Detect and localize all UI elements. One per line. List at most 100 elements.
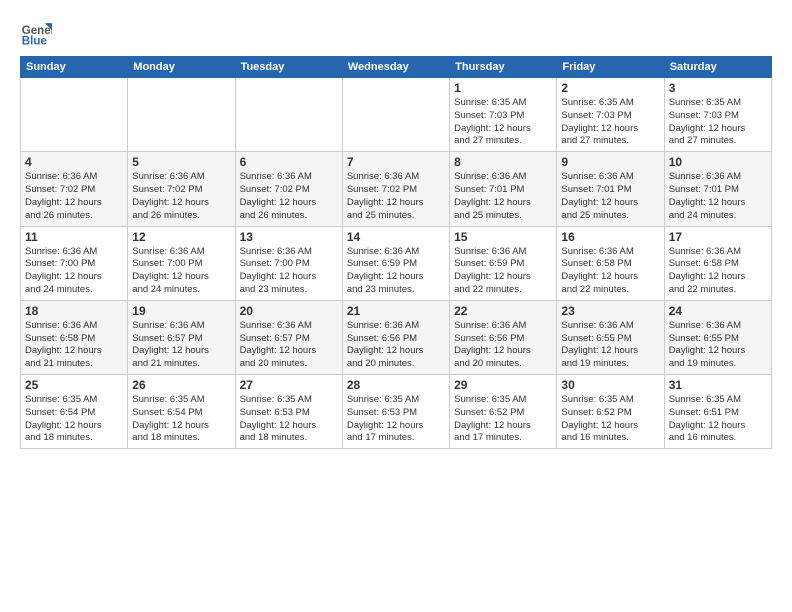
day-number: 1	[454, 81, 552, 95]
day-info: Sunrise: 6:36 AM Sunset: 6:55 PM Dayligh…	[561, 320, 659, 371]
calendar-cell: 21Sunrise: 6:36 AM Sunset: 6:56 PM Dayli…	[342, 300, 449, 374]
day-number: 11	[25, 230, 123, 244]
day-number: 15	[454, 230, 552, 244]
calendar-week-1: 1 Sunrise: 6:35 AM Sunset: 7:03 PM Daylig…	[21, 78, 772, 152]
calendar-cell: 11 Sunrise: 6:36 AM Sunset: 7:00 PM Dayli…	[21, 226, 128, 300]
calendar-cell	[342, 78, 449, 152]
calendar-cell: 14 Sunrise: 6:36 AM Sunset: 6:59 PM Dayli…	[342, 226, 449, 300]
col-header-thursday: Thursday	[450, 57, 557, 78]
day-info: Sunrise: 6:35 AM Sunset: 6:52 PM Dayligh…	[454, 394, 552, 445]
day-info: Sunrise: 6:35 AM Sunset: 6:53 PM Dayligh…	[347, 394, 445, 445]
col-header-wednesday: Wednesday	[342, 57, 449, 78]
calendar-cell: 13Sunrise: 6:36 AM Sunset: 7:00 PM Dayli…	[235, 226, 342, 300]
day-info: Sunrise: 6:36 AM Sunset: 7:01 PM Dayligh…	[454, 171, 552, 222]
day-info: Sunrise: 6:36 AM Sunset: 6:56 PM Dayligh…	[454, 320, 552, 371]
day-info: Sunrise: 6:36 AM Sunset: 6:57 PM Dayligh…	[132, 320, 230, 371]
calendar-cell: 2 Sunrise: 6:35 AM Sunset: 7:03 PM Daylig…	[557, 78, 664, 152]
calendar-cell: 31 Sunrise: 6:35 AM Sunset: 6:51 PM Dayli…	[664, 375, 771, 449]
calendar-cell: 18 Sunrise: 6:36 AM Sunset: 6:58 PM Dayli…	[21, 300, 128, 374]
calendar-cell: 12Sunrise: 6:36 AM Sunset: 7:00 PM Dayli…	[128, 226, 235, 300]
col-header-sunday: Sunday	[21, 57, 128, 78]
calendar-cell: 7Sunrise: 6:36 AM Sunset: 7:02 PM Daylig…	[342, 152, 449, 226]
calendar-cell: 1 Sunrise: 6:35 AM Sunset: 7:03 PM Daylig…	[450, 78, 557, 152]
day-info: Sunrise: 6:35 AM Sunset: 6:54 PM Dayligh…	[25, 394, 123, 445]
day-number: 27	[240, 378, 338, 392]
day-number: 3	[669, 81, 767, 95]
calendar-cell: 25Sunrise: 6:35 AM Sunset: 6:54 PM Dayli…	[21, 375, 128, 449]
calendar-week-2: 4 Sunrise: 6:36 AM Sunset: 7:02 PM Daylig…	[21, 152, 772, 226]
day-number: 18	[25, 304, 123, 318]
calendar-cell: 23 Sunrise: 6:36 AM Sunset: 6:55 PM Dayli…	[557, 300, 664, 374]
calendar-cell: 8 Sunrise: 6:36 AM Sunset: 7:01 PM Daylig…	[450, 152, 557, 226]
day-info: Sunrise: 6:36 AM Sunset: 6:58 PM Dayligh…	[561, 246, 659, 297]
calendar-cell: 27 Sunrise: 6:35 AM Sunset: 6:53 PM Dayli…	[235, 375, 342, 449]
day-number: 29	[454, 378, 552, 392]
day-number: 31	[669, 378, 767, 392]
col-header-saturday: Saturday	[664, 57, 771, 78]
calendar-header-row: SundayMondayTuesdayWednesdayThursdayFrid…	[21, 57, 772, 78]
calendar-cell: 10Sunrise: 6:36 AM Sunset: 7:01 PM Dayli…	[664, 152, 771, 226]
day-info: Sunrise: 6:36 AM Sunset: 6:58 PM Dayligh…	[25, 320, 123, 371]
day-number: 4	[25, 155, 123, 169]
calendar-cell: 28 Sunrise: 6:35 AM Sunset: 6:53 PM Dayli…	[342, 375, 449, 449]
calendar-cell: 20Sunrise: 6:36 AM Sunset: 6:57 PM Dayli…	[235, 300, 342, 374]
calendar-cell	[128, 78, 235, 152]
day-info: Sunrise: 6:36 AM Sunset: 6:59 PM Dayligh…	[347, 246, 445, 297]
day-number: 23	[561, 304, 659, 318]
day-info: Sunrise: 6:36 AM Sunset: 7:02 PM Dayligh…	[347, 171, 445, 222]
day-number: 12	[132, 230, 230, 244]
calendar-cell: 26 Sunrise: 6:35 AM Sunset: 6:54 PM Dayli…	[128, 375, 235, 449]
col-header-tuesday: Tuesday	[235, 57, 342, 78]
calendar-cell: 22 Sunrise: 6:36 AM Sunset: 6:56 PM Dayli…	[450, 300, 557, 374]
calendar-cell: 5 Sunrise: 6:36 AM Sunset: 7:02 PM Daylig…	[128, 152, 235, 226]
day-info: Sunrise: 6:36 AM Sunset: 6:56 PM Dayligh…	[347, 320, 445, 371]
day-info: Sunrise: 6:36 AM Sunset: 6:55 PM Dayligh…	[669, 320, 767, 371]
day-info: Sunrise: 6:35 AM Sunset: 6:53 PM Dayligh…	[240, 394, 338, 445]
day-info: Sunrise: 6:35 AM Sunset: 6:51 PM Dayligh…	[669, 394, 767, 445]
day-number: 24	[669, 304, 767, 318]
day-number: 20	[240, 304, 338, 318]
calendar-cell: 24 Sunrise: 6:36 AM Sunset: 6:55 PM Dayli…	[664, 300, 771, 374]
day-number: 6	[240, 155, 338, 169]
day-info: Sunrise: 6:36 AM Sunset: 7:01 PM Dayligh…	[561, 171, 659, 222]
logo: General Blue	[20, 16, 58, 48]
page-header: General Blue	[20, 16, 772, 48]
calendar-week-5: 25Sunrise: 6:35 AM Sunset: 6:54 PM Dayli…	[21, 375, 772, 449]
day-number: 8	[454, 155, 552, 169]
day-info: Sunrise: 6:35 AM Sunset: 6:52 PM Dayligh…	[561, 394, 659, 445]
day-info: Sunrise: 6:35 AM Sunset: 7:03 PM Dayligh…	[669, 97, 767, 148]
calendar-cell: 6 Sunrise: 6:36 AM Sunset: 7:02 PM Daylig…	[235, 152, 342, 226]
day-info: Sunrise: 6:36 AM Sunset: 6:58 PM Dayligh…	[669, 246, 767, 297]
day-info: Sunrise: 6:35 AM Sunset: 7:03 PM Dayligh…	[561, 97, 659, 148]
calendar-cell: 9 Sunrise: 6:36 AM Sunset: 7:01 PM Daylig…	[557, 152, 664, 226]
day-number: 9	[561, 155, 659, 169]
day-number: 5	[132, 155, 230, 169]
day-number: 26	[132, 378, 230, 392]
day-info: Sunrise: 6:36 AM Sunset: 7:00 PM Dayligh…	[25, 246, 123, 297]
day-info: Sunrise: 6:36 AM Sunset: 6:59 PM Dayligh…	[454, 246, 552, 297]
day-number: 14	[347, 230, 445, 244]
svg-text:Blue: Blue	[22, 35, 48, 47]
col-header-friday: Friday	[557, 57, 664, 78]
calendar-cell	[235, 78, 342, 152]
day-info: Sunrise: 6:35 AM Sunset: 6:54 PM Dayligh…	[132, 394, 230, 445]
day-info: Sunrise: 6:36 AM Sunset: 7:01 PM Dayligh…	[669, 171, 767, 222]
day-info: Sunrise: 6:35 AM Sunset: 7:03 PM Dayligh…	[454, 97, 552, 148]
day-number: 19	[132, 304, 230, 318]
calendar-cell: 30 Sunrise: 6:35 AM Sunset: 6:52 PM Dayli…	[557, 375, 664, 449]
day-info: Sunrise: 6:36 AM Sunset: 7:02 PM Dayligh…	[132, 171, 230, 222]
calendar-cell: 16 Sunrise: 6:36 AM Sunset: 6:58 PM Dayli…	[557, 226, 664, 300]
day-number: 22	[454, 304, 552, 318]
day-number: 17	[669, 230, 767, 244]
calendar-cell	[21, 78, 128, 152]
day-info: Sunrise: 6:36 AM Sunset: 7:02 PM Dayligh…	[240, 171, 338, 222]
day-number: 30	[561, 378, 659, 392]
day-number: 28	[347, 378, 445, 392]
calendar-cell: 15 Sunrise: 6:36 AM Sunset: 6:59 PM Dayli…	[450, 226, 557, 300]
calendar-cell: 17 Sunrise: 6:36 AM Sunset: 6:58 PM Dayli…	[664, 226, 771, 300]
col-header-monday: Monday	[128, 57, 235, 78]
calendar-cell: 29 Sunrise: 6:35 AM Sunset: 6:52 PM Dayli…	[450, 375, 557, 449]
day-number: 2	[561, 81, 659, 95]
day-number: 16	[561, 230, 659, 244]
calendar-cell: 4Sunrise: 6:36 AM Sunset: 7:02 PM Daylig…	[21, 152, 128, 226]
